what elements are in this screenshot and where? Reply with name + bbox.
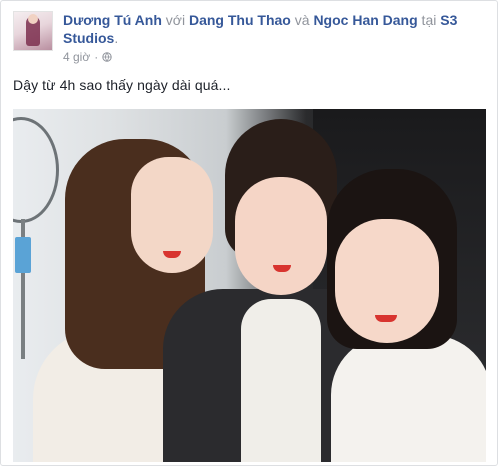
at-text: tại (417, 12, 441, 28)
meta-separator: · (94, 50, 99, 64)
tagged-friend-2-link[interactable]: Ngoc Han Dang (313, 12, 417, 28)
location-suffix: . (114, 30, 119, 46)
person-2-top (241, 299, 321, 462)
and-text: và (290, 12, 314, 28)
facebook-post: Dương Tú Anh với Dang Thu Thao và Ngoc H… (0, 0, 498, 466)
post-text: Dậy từ 4h sao thấy ngày dài quá... (13, 77, 231, 93)
author-name-link[interactable]: Dương Tú Anh (63, 12, 162, 28)
globe-icon[interactable] (102, 52, 112, 62)
author-avatar[interactable] (13, 11, 53, 51)
person-3-face (335, 219, 439, 343)
post-photo[interactable] (13, 109, 486, 462)
photo-blue-object (15, 237, 31, 273)
with-text: với (161, 12, 189, 28)
person-2-face (235, 177, 327, 295)
fan-ring (13, 117, 59, 223)
person-3-lips (375, 315, 397, 322)
post-header: Dương Tú Anh với Dang Thu Thao và Ngoc H… (63, 11, 483, 47)
photo-fan (13, 109, 59, 359)
avatar-head (28, 14, 38, 24)
person-3-outfit (331, 335, 486, 462)
post-meta: 4 giờ · (63, 50, 112, 64)
timestamp-link[interactable]: 4 giờ (63, 50, 90, 64)
tagged-friend-1-link[interactable]: Dang Thu Thao (189, 12, 291, 28)
